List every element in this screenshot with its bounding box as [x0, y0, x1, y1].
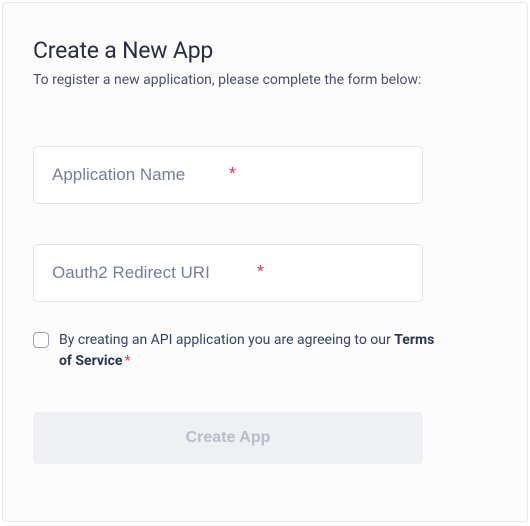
create-app-card: Create a New App To register a new appli…: [2, 2, 528, 522]
consent-prefix: By creating an API application you are a…: [59, 332, 394, 348]
create-app-button[interactable]: Create App: [33, 412, 423, 464]
app-name-field-wrap: *: [33, 146, 497, 204]
required-asterisk-icon: *: [229, 163, 236, 182]
application-name-input[interactable]: [33, 146, 423, 204]
consent-text: By creating an API application you are a…: [59, 330, 439, 372]
redirect-uri-field-wrap: *: [33, 244, 497, 302]
page-subtitle: To register a new application, please co…: [33, 72, 497, 88]
required-asterisk-icon: *: [257, 261, 264, 280]
oauth2-redirect-uri-input[interactable]: [33, 244, 423, 302]
required-asterisk-icon: *: [124, 353, 130, 369]
page-title: Create a New App: [33, 37, 497, 64]
terms-checkbox[interactable]: [33, 332, 49, 348]
consent-row: By creating an API application you are a…: [33, 330, 497, 372]
